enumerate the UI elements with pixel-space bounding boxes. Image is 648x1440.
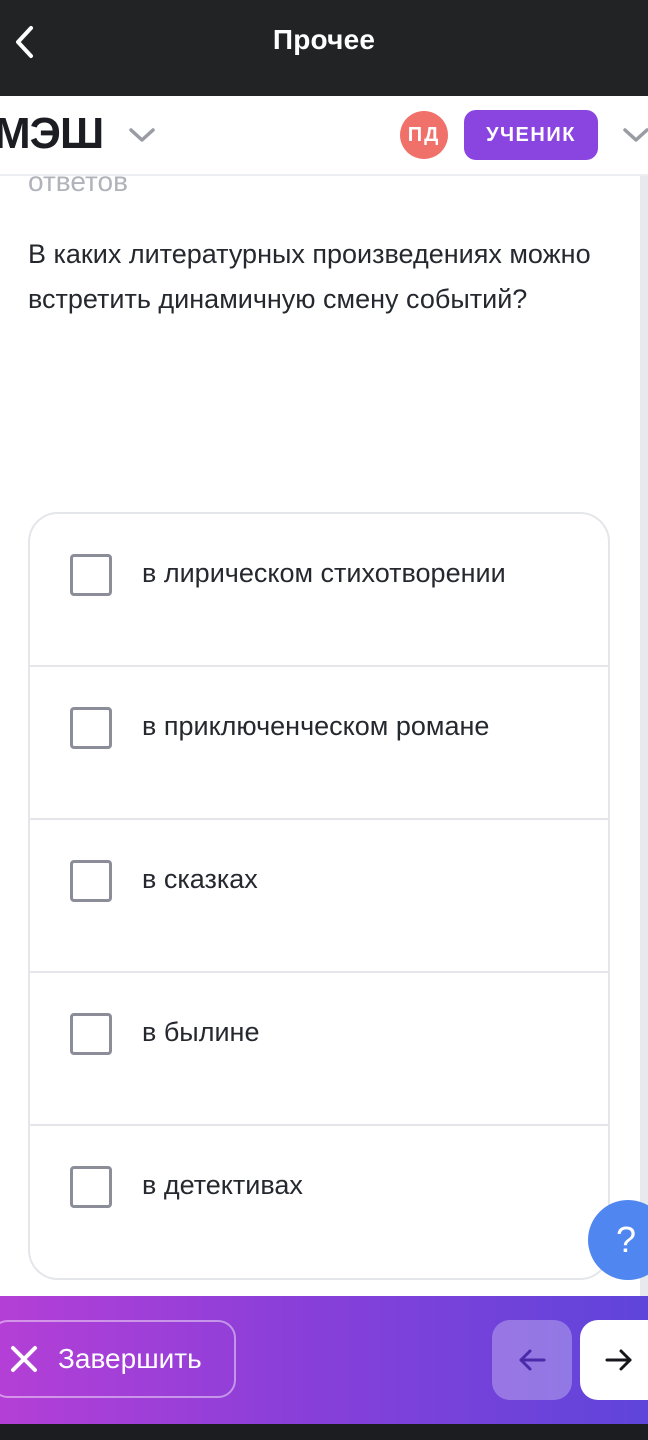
arrow-right-icon: [605, 1349, 632, 1371]
question-mark-icon: ?: [616, 1219, 637, 1260]
answer-option-label: в былине: [142, 1017, 260, 1047]
answer-option-label: в сказках: [142, 864, 258, 894]
page-title: Прочее: [272, 24, 376, 55]
checkbox[interactable]: [70, 860, 112, 902]
chevron-down-icon[interactable]: [622, 126, 648, 144]
avatar[interactable]: ПД: [400, 111, 448, 159]
answer-option-label: в лирическом стихотворении: [142, 558, 506, 588]
app-logo[interactable]: МЭШ: [0, 110, 104, 158]
next-button[interactable]: [580, 1320, 648, 1400]
arrow-left-icon: [519, 1349, 546, 1371]
chevron-down-icon[interactable]: [128, 126, 156, 144]
top-bar: Прочее: [0, 0, 648, 96]
scrollbar[interactable]: [640, 176, 648, 1296]
question-text: В каких литературных произведениях можно…: [28, 239, 591, 314]
finish-button[interactable]: Завершить: [0, 1320, 236, 1398]
bottom-action-bar: Завершить: [0, 1296, 648, 1424]
answer-option[interactable]: в былине: [30, 973, 608, 1126]
answer-option[interactable]: в лирическом стихотворении: [30, 514, 608, 667]
previous-button[interactable]: [492, 1320, 572, 1400]
system-nav-bar: [0, 1424, 648, 1440]
checkbox[interactable]: [70, 554, 112, 596]
answer-option-label: в детективах: [142, 1170, 303, 1200]
answer-option[interactable]: в приключенческом романе: [30, 667, 608, 820]
finish-button-label: Завершить: [58, 1343, 202, 1374]
question-hint-text: ответов: [28, 166, 128, 197]
answer-options: в лирическом стихотворении в приключенче…: [28, 512, 610, 1280]
app-bar: МЭШ ПД УЧЕНИК: [0, 96, 648, 176]
role-badge[interactable]: УЧЕНИК: [464, 110, 598, 160]
answer-option[interactable]: в сказках: [30, 820, 608, 973]
answer-option-label: в приключенческом романе: [142, 711, 490, 741]
checkbox[interactable]: [70, 1013, 112, 1055]
answer-option[interactable]: в детективах: [30, 1126, 608, 1277]
checkbox[interactable]: [70, 1166, 112, 1208]
checkbox[interactable]: [70, 707, 112, 749]
close-icon: [10, 1345, 38, 1373]
